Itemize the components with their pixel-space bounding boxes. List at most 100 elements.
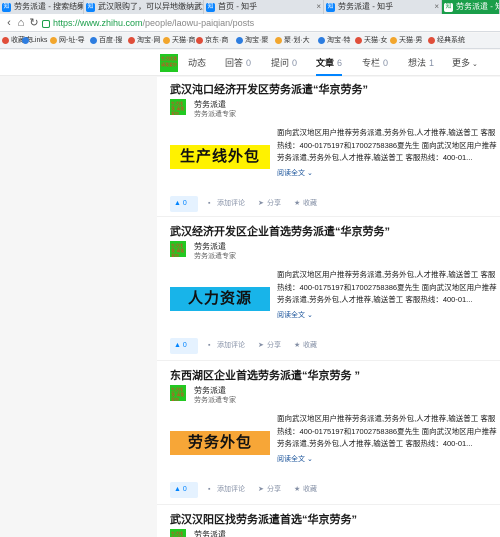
- read-more-link[interactable]: 阅读全文 ⌄: [277, 310, 313, 320]
- profile-nav: 生活找我 请我爱你 动态 回答 0 提问 0 文章 6 专栏 0 想法 1 更多 ⌄: [0, 50, 500, 76]
- browser-tab-5-label: 劳务派遣 - 知乎: [456, 2, 499, 11]
- author-name[interactable]: 劳务派遣: [194, 529, 226, 537]
- article-excerpt[interactable]: 面向武汉地区用户推荐劳务派遣,劳务外包,人才推荐,输送普工 客服热线：400-0…: [277, 269, 500, 307]
- article-card: 武汉沌口经济开发区劳务派遣“华京劳务” 生活找我 请我爱你 劳务派遣 劳务派遣专…: [157, 77, 500, 217]
- read-more-label: 阅读全文: [277, 312, 305, 319]
- bookmark-label: 淘宝·聚: [245, 37, 269, 44]
- article-excerpt[interactable]: 面向武汉地区用户推荐劳务派遣,劳务外包,人才推荐,输送普工 客服热线：400-0…: [277, 127, 500, 165]
- browser-tab-2-label: 武汉限购了，可以异地缴纳武汉: [98, 2, 204, 11]
- tab-questions[interactable]: 提问 0: [271, 50, 297, 76]
- collect-label: 收藏: [303, 200, 317, 207]
- bookmark-label: 天猫·男: [399, 37, 423, 44]
- bookmark-item[interactable]: 天猫·商: [163, 33, 196, 48]
- comment-label: 添加评论: [217, 200, 245, 207]
- tab-columns[interactable]: 专栏 0: [362, 50, 388, 76]
- tab-more[interactable]: 更多 ⌄: [452, 50, 478, 76]
- article-cover-image[interactable]: 人力资源: [170, 269, 270, 329]
- collect-button[interactable]: ★ 收藏: [294, 196, 317, 212]
- tab-count: 0: [383, 58, 389, 68]
- bookmark-icon: [390, 37, 397, 44]
- collect-button[interactable]: ★ 收藏: [294, 482, 317, 498]
- collect-button[interactable]: ★ 收藏: [294, 338, 317, 354]
- vote-button[interactable]: ▲ 0: [170, 196, 198, 212]
- share-label: 分享: [267, 486, 281, 493]
- article-cover-image[interactable]: 劳务外包: [170, 413, 270, 473]
- bookmark-item[interactable]: 淘宝·聚: [236, 33, 269, 48]
- avatar[interactable]: 生活找我 请我爱你: [170, 529, 186, 537]
- bookmark-icon: [22, 37, 29, 44]
- tab-label: 专栏: [362, 58, 381, 68]
- read-more-link[interactable]: 阅读全文 ⌄: [277, 454, 313, 464]
- bookmark-item[interactable]: 网-址-导: [50, 33, 85, 48]
- comment-button[interactable]: ▪ 添加评论: [208, 482, 245, 498]
- share-button[interactable]: ➤ 分享: [258, 482, 281, 498]
- article-feed: 武汉沌口经济开发区劳务派遣“华京劳务” 生活找我 请我爱你 劳务派遣 劳务派遣专…: [157, 77, 500, 537]
- close-icon[interactable]: ×: [434, 0, 439, 14]
- close-icon[interactable]: ×: [196, 0, 201, 14]
- bookmark-icon: [90, 37, 97, 44]
- close-icon[interactable]: ×: [316, 0, 321, 14]
- vote-count: 0: [182, 342, 187, 349]
- url-field[interactable]: https://www.zhihu.com/people/laowu-paiqi…: [42, 16, 498, 30]
- bookmark-label: 经典系统: [437, 37, 465, 44]
- article-card: 武汉汉阳区找劳务派遣首选“华京劳务” 生活找我 请我爱你 劳务派遣: [157, 507, 500, 537]
- tab-count: 0: [292, 58, 298, 68]
- bookmark-icon: [196, 37, 203, 44]
- url-path: /people/laowu-paiqian/posts: [142, 18, 255, 28]
- vote-button[interactable]: ▲ 0: [170, 338, 198, 354]
- bookmark-item[interactable]: 聚·划·大: [275, 33, 310, 48]
- lock-icon: [42, 19, 50, 28]
- article-title[interactable]: 武汉汉阳区找劳务派遣首选“华京劳务”: [170, 511, 357, 527]
- comment-button[interactable]: ▪ 添加评论: [208, 196, 245, 212]
- bookmark-label: 淘宝·网: [137, 37, 161, 44]
- url-host: https://www.zhihu.com: [53, 18, 143, 28]
- browser-tab-1[interactable]: 知 劳务派遣 - 搜索结果 - 知乎 ×: [0, 0, 84, 14]
- tab-activities[interactable]: 动态: [188, 50, 206, 76]
- bookmark-label: 天猫·女: [364, 37, 388, 44]
- tab-thoughts[interactable]: 想法 1: [408, 50, 434, 76]
- bookmark-item[interactable]: 经典系统: [428, 33, 465, 48]
- bookmark-item[interactable]: 京东·商: [196, 33, 228, 48]
- home-icon[interactable]: ⌂: [14, 16, 28, 30]
- refresh-icon[interactable]: ↻: [27, 16, 41, 30]
- cover-text: 人力资源: [170, 287, 270, 311]
- bookmark-label: 天猫·商: [172, 37, 196, 44]
- thumb-up-icon: ▲: [174, 200, 181, 207]
- share-button[interactable]: ➤ 分享: [258, 338, 281, 354]
- comment-button[interactable]: ▪ 添加评论: [208, 338, 245, 354]
- browser-tab-4[interactable]: 知 劳务派遣 - 知乎 ×: [324, 0, 442, 14]
- article-title[interactable]: 东西湖区企业首选劳务派遣“华京劳务 ”: [170, 367, 360, 383]
- avatar[interactable]: 生活找我 请我爱你: [160, 54, 178, 72]
- chevron-down-icon: ⌄: [306, 456, 313, 463]
- article-card: 东西湖区企业首选劳务派遣“华京劳务 ” 生活找我 请我爱你 劳务派遣 劳务派遣专…: [157, 363, 500, 505]
- browser-tab-2[interactable]: 知 武汉限购了，可以异地缴纳武汉 ×: [84, 0, 204, 14]
- bookmark-item[interactable]: 百度·搜: [90, 33, 122, 48]
- article-excerpt[interactable]: 面向武汉地区用户推荐劳务派遣,劳务外包,人才推荐,输送普工 客服热线：400-0…: [277, 413, 500, 451]
- collect-label: 收藏: [303, 342, 317, 349]
- author-description: 劳务派遣专家: [194, 253, 236, 260]
- share-button[interactable]: ➤ 分享: [258, 196, 281, 212]
- article-title[interactable]: 武汉沌口经济开发区劳务派遣“华京劳务”: [170, 81, 368, 97]
- browser-tab-3[interactable]: 知 首页 - 知乎 ×: [204, 0, 324, 14]
- bookmark-item[interactable]: 淘宝·特: [318, 33, 350, 48]
- browser-tab-5-active[interactable]: 知 劳务派遣 - 知乎: [442, 0, 500, 14]
- article-title[interactable]: 武汉经济开发区企业首选劳务派遣“华京劳务”: [170, 223, 390, 239]
- tab-articles[interactable]: 文章 6: [316, 50, 343, 76]
- read-more-link[interactable]: 阅读全文 ⌄: [277, 168, 313, 178]
- bookmark-item[interactable]: 淘宝·网: [128, 33, 161, 48]
- bookmark-item[interactable]: Links: [22, 33, 47, 48]
- tab-label: 想法: [408, 58, 427, 68]
- bookmark-item[interactable]: 天猫·男: [390, 33, 423, 48]
- avatar[interactable]: 生活找我 请我爱你: [170, 241, 186, 257]
- bookmark-label: 网-址-导: [59, 37, 85, 44]
- tab-label: 提问: [271, 58, 290, 68]
- article-actions: ▲ 0 ▪ 添加评论 ➤ 分享 ★ 收藏: [170, 196, 500, 214]
- article-cover-image[interactable]: 生产线外包: [170, 127, 270, 187]
- bookmark-item[interactable]: 天猫·女: [355, 33, 388, 48]
- zhihu-favicon-icon: 知: [86, 3, 95, 12]
- avatar[interactable]: 生活找我 请我爱你: [170, 385, 186, 401]
- avatar[interactable]: 生活找我 请我爱你: [170, 99, 186, 115]
- close-icon[interactable]: ×: [76, 0, 81, 14]
- tab-answers[interactable]: 回答 0: [225, 50, 251, 76]
- vote-button[interactable]: ▲ 0: [170, 482, 198, 498]
